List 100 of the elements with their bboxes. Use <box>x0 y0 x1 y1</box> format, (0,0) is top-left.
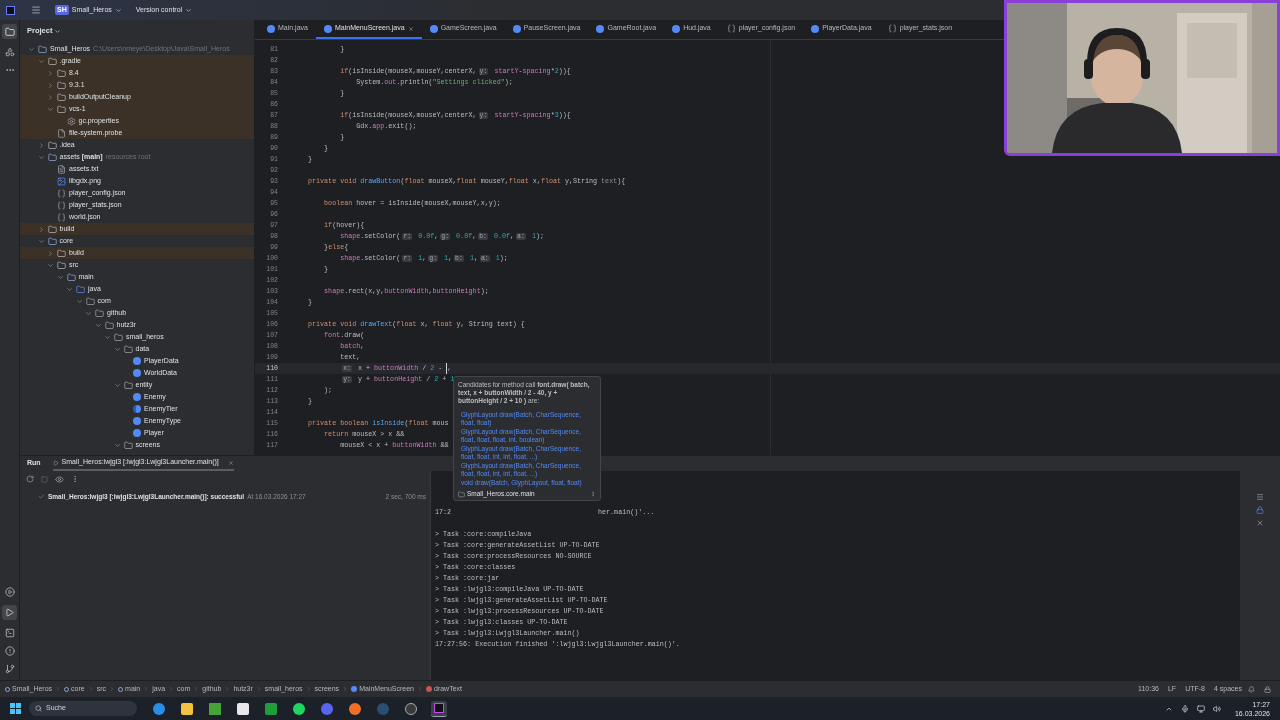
separator-icon <box>193 686 200 692</box>
clear-icon[interactable] <box>1256 519 1264 527</box>
folder-icon[interactable] <box>2 24 17 39</box>
chevron-right-icon[interactable] <box>37 141 45 149</box>
chevron-down-icon[interactable] <box>56 273 64 281</box>
package-icon <box>123 380 133 390</box>
app-logo-icon[interactable] <box>6 5 15 15</box>
folder-icon <box>57 80 66 90</box>
folder-icon <box>57 104 66 114</box>
chevron-down-icon[interactable] <box>85 309 92 317</box>
json-file-icon <box>57 200 66 210</box>
chevron-right-icon[interactable] <box>47 249 54 257</box>
chevron-down-icon[interactable] <box>113 345 121 353</box>
separator-icon <box>143 686 150 692</box>
eye-icon[interactable] <box>55 474 64 484</box>
separator-icon <box>255 686 262 692</box>
git-branch-icon[interactable] <box>4 664 15 674</box>
more-icon[interactable] <box>590 491 596 497</box>
chevron-right-icon[interactable] <box>47 93 54 101</box>
separator-icon <box>168 686 175 692</box>
chevron-down-icon[interactable] <box>37 57 45 65</box>
menu-icon[interactable] <box>31 5 41 15</box>
folder-icon <box>47 56 57 66</box>
chevron-down-icon[interactable] <box>113 441 121 449</box>
package-icon <box>123 440 133 450</box>
json-file-icon <box>57 212 66 222</box>
module-folder-icon <box>47 152 57 162</box>
app-icon[interactable] <box>293 702 305 715</box>
module-folder-icon <box>47 236 57 246</box>
chevron-right-icon[interactable] <box>47 69 54 77</box>
volume-icon[interactable] <box>1212 704 1221 713</box>
run-icon[interactable] <box>2 605 17 620</box>
close-icon[interactable] <box>407 25 414 32</box>
separator-icon <box>109 686 116 692</box>
chevron-down-icon <box>114 6 122 14</box>
search-icon <box>35 705 42 712</box>
chevron-down-icon[interactable] <box>75 297 83 305</box>
chevron-down-icon[interactable] <box>37 153 45 161</box>
app-icon[interactable] <box>405 702 417 715</box>
app-icon[interactable] <box>431 700 447 717</box>
method-icon <box>426 686 432 692</box>
start-icon[interactable] <box>10 703 21 714</box>
structure-icon[interactable] <box>4 47 15 57</box>
settings-file-icon <box>66 116 76 126</box>
json-file-icon <box>887 24 897 33</box>
separator-icon <box>342 686 349 692</box>
folder-icon <box>57 260 66 270</box>
class-icon <box>512 24 521 33</box>
file-icon <box>57 128 66 138</box>
chevron-down-icon[interactable] <box>28 45 35 53</box>
image-file-icon <box>57 176 66 186</box>
more-icon[interactable] <box>71 475 79 483</box>
chevron-right-icon[interactable] <box>37 225 45 233</box>
module-folder-icon <box>38 44 47 54</box>
chevron-down-icon[interactable] <box>37 237 45 245</box>
class-icon <box>267 24 275 33</box>
play-icon <box>52 459 59 466</box>
text-file-icon <box>57 164 66 174</box>
module-folder-icon <box>66 272 76 282</box>
folder-icon <box>47 140 57 150</box>
json-file-icon <box>726 24 736 33</box>
close-icon[interactable] <box>227 459 234 466</box>
chevron-down-icon[interactable] <box>104 333 111 341</box>
folder-icon <box>47 224 57 234</box>
microphone-icon[interactable] <box>1180 704 1189 713</box>
app-icon[interactable] <box>349 702 361 715</box>
source-folder-icon <box>76 284 85 294</box>
chevron-down-icon[interactable] <box>113 381 121 389</box>
wrap-icon[interactable] <box>1256 493 1264 501</box>
chevron-down-icon[interactable] <box>47 105 54 113</box>
terminal-icon[interactable] <box>4 628 15 638</box>
class-icon <box>596 24 605 33</box>
chevron-down-icon[interactable] <box>66 285 73 293</box>
json-file-icon <box>57 188 66 198</box>
separator-icon <box>87 686 94 692</box>
folder-icon <box>57 248 66 258</box>
stop-icon[interactable] <box>41 475 48 483</box>
class-icon <box>323 24 332 33</box>
separator-icon <box>417 686 423 692</box>
class-icon <box>133 393 141 401</box>
notification-icon[interactable] <box>1248 685 1255 693</box>
lock-icon[interactable] <box>1264 685 1271 693</box>
chevron-down-icon[interactable] <box>94 321 102 329</box>
chevron-down-icon <box>54 27 62 35</box>
enum-icon <box>133 405 141 413</box>
package-icon <box>95 308 104 318</box>
app-icon[interactable] <box>181 702 193 715</box>
app-icon[interactable] <box>237 702 249 715</box>
scroll-lock-icon[interactable] <box>1256 506 1264 514</box>
module-folder-icon <box>458 490 465 498</box>
class-icon <box>351 686 358 692</box>
package-icon <box>114 332 123 342</box>
chevron-down-icon[interactable] <box>47 261 54 269</box>
separator-icon <box>55 686 62 692</box>
separator-icon <box>224 686 231 692</box>
folder-icon <box>57 68 66 78</box>
rerun-icon[interactable] <box>26 475 34 483</box>
package-icon <box>123 344 133 354</box>
problems-icon[interactable] <box>4 646 15 656</box>
chevron-right-icon[interactable] <box>47 81 54 89</box>
